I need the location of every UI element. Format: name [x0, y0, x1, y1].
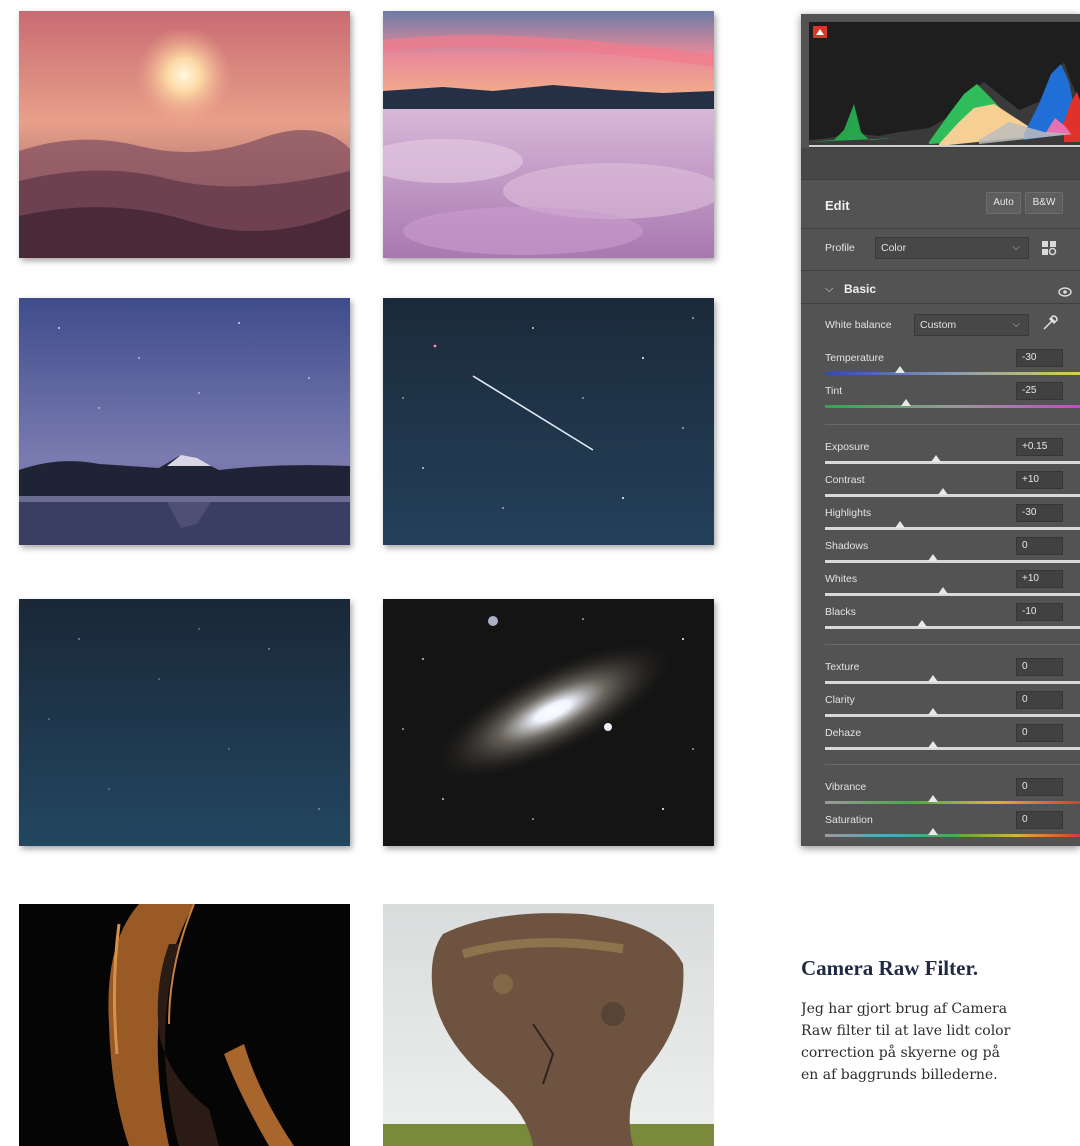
saturation-value-input[interactable]: 0 — [1016, 811, 1063, 829]
blacks-value-input[interactable]: -10 — [1016, 603, 1063, 621]
tint-label: Tint — [825, 385, 843, 397]
shadows-slider-track[interactable] — [825, 560, 1080, 563]
contrast-value-input[interactable]: +10 — [1016, 471, 1063, 489]
dehaze-value-input[interactable]: 0 — [1016, 724, 1063, 742]
description-line: en af baggrunds billederne. — [801, 1067, 998, 1083]
sunset-mountains-photo — [19, 11, 350, 258]
highlights-slider-handle[interactable] — [895, 521, 906, 528]
exposure-label: Exposure — [825, 441, 870, 453]
saturation-slider-handle[interactable] — [927, 828, 938, 835]
description-line: Raw filter til at lave lidt color — [801, 1023, 1011, 1039]
description-line: correction på skyerne og på — [801, 1045, 1000, 1061]
white-balance-label: White balance — [825, 319, 892, 331]
profile-dropdown[interactable]: Color ⌵ — [875, 237, 1029, 259]
highlights-value-input[interactable]: -30 — [1016, 504, 1063, 522]
whites-value-input[interactable]: +10 — [1016, 570, 1063, 588]
whites-label: Whites — [825, 573, 858, 585]
highlights-slider-track[interactable] — [825, 527, 1080, 530]
slider-group-divider — [825, 764, 1080, 765]
profile-value: Color — [881, 242, 907, 254]
profile-label: Profile — [825, 242, 855, 254]
blacks-label: Blacks — [825, 606, 856, 618]
highlights-label: Highlights — [825, 507, 872, 519]
shadows-slider-handle[interactable] — [927, 554, 938, 561]
camera-raw-panel: Edit Auto B&W Profile Color ⌵ ⌵ Basic Wh… — [801, 14, 1080, 846]
boulder-rock-photo — [383, 904, 714, 1146]
white-balance-dropdown[interactable]: Custom ⌵ — [914, 314, 1029, 336]
contrast-label: Contrast — [825, 474, 865, 486]
cloud-sea-photo — [383, 11, 714, 258]
contrast-slider-handle[interactable] — [938, 488, 949, 495]
chevron-down-icon: ⌵ — [1012, 319, 1020, 330]
mount-fuji-lake-photo — [19, 298, 350, 545]
visibility-eye-icon[interactable] — [1058, 284, 1072, 297]
auto-button[interactable]: Auto — [986, 192, 1021, 214]
clarity-value-input[interactable]: 0 — [1016, 691, 1063, 709]
dehaze-slider-track[interactable] — [825, 747, 1080, 750]
saturation-label: Saturation — [825, 814, 873, 826]
texture-slider-handle[interactable] — [927, 675, 938, 682]
dehaze-label: Dehaze — [825, 727, 862, 739]
andromeda-galaxy-photo — [383, 599, 714, 846]
exposure-value-input[interactable]: +0.15 — [1016, 438, 1063, 456]
tint-slider-handle[interactable] — [900, 399, 911, 406]
texture-slider-track[interactable] — [825, 681, 1080, 684]
camera-raw-description: Jeg har gjort brug af Camera Raw filter … — [801, 998, 1080, 1086]
profile-browser-icon[interactable] — [1041, 240, 1057, 256]
shadow-clipping-warning-icon[interactable] — [813, 26, 827, 38]
histogram — [809, 22, 1080, 148]
blacks-slider-track[interactable] — [825, 626, 1080, 629]
slider-group-divider — [825, 424, 1080, 425]
edit-title: Edit — [825, 198, 850, 213]
tint-value-input[interactable]: -25 — [1016, 382, 1063, 400]
white-balance-value: Custom — [920, 319, 957, 331]
basic-section-title: Basic — [844, 282, 877, 296]
texture-value-input[interactable]: 0 — [1016, 658, 1063, 676]
description-line: Jeg har gjort brug af Camera — [801, 1001, 1008, 1017]
shadows-label: Shadows — [825, 540, 869, 552]
exposure-slider-track[interactable] — [825, 461, 1080, 464]
meteor-night-sky-photo — [383, 298, 714, 545]
camera-raw-heading: Camera Raw Filter. — [801, 956, 979, 980]
blacks-slider-handle[interactable] — [916, 620, 927, 627]
shadows-value-input[interactable]: 0 — [1016, 537, 1063, 555]
vibrance-value-input[interactable]: 0 — [1016, 778, 1063, 796]
woman-profile-photo — [19, 904, 350, 1146]
eyedropper-icon[interactable] — [1041, 314, 1059, 332]
tint-slider-track[interactable] — [825, 405, 1080, 408]
temperature-slider-handle[interactable] — [895, 366, 906, 373]
clarity-label: Clarity — [825, 694, 855, 706]
panel-spacer — [801, 148, 1080, 180]
dehaze-slider-handle[interactable] — [927, 741, 938, 748]
clarity-slider-handle[interactable] — [927, 708, 938, 715]
chevron-down-icon: ⌵ — [1012, 242, 1020, 253]
bw-button[interactable]: B&W — [1025, 192, 1063, 214]
slider-group-divider — [825, 644, 1080, 645]
temperature-label: Temperature — [825, 352, 884, 364]
contrast-slider-track[interactable] — [825, 494, 1080, 497]
whites-slider-handle[interactable] — [938, 587, 949, 594]
starry-blue-sky-photo — [19, 599, 350, 846]
saturation-slider-track[interactable] — [825, 834, 1080, 837]
exposure-slider-handle[interactable] — [930, 455, 941, 462]
vibrance-slider-track[interactable] — [825, 801, 1080, 804]
vibrance-label: Vibrance — [825, 781, 867, 793]
vibrance-slider-handle[interactable] — [927, 795, 938, 802]
chevron-down-icon[interactable]: ⌵ — [825, 283, 833, 296]
texture-label: Texture — [825, 661, 860, 673]
whites-slider-track[interactable] — [825, 593, 1080, 596]
clarity-slider-track[interactable] — [825, 714, 1080, 717]
temperature-value-input[interactable]: -30 — [1016, 349, 1063, 367]
temperature-slider-track[interactable] — [825, 372, 1080, 375]
